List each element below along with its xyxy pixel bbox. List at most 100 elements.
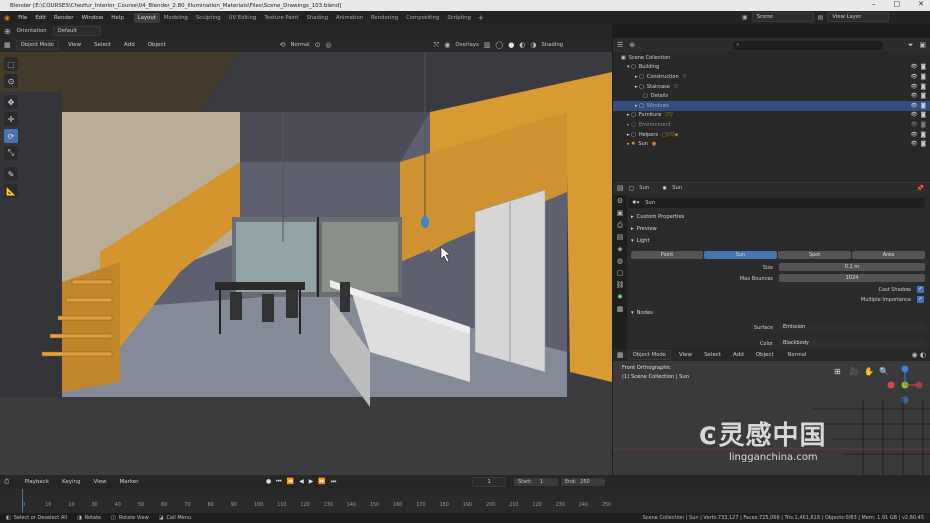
custom-properties-panel[interactable]: ▸ Custom Properties	[631, 214, 684, 220]
timeline-editor-icon[interactable]: ⏱	[4, 478, 9, 487]
timeline-menu-playback[interactable]: Playback	[14, 479, 53, 485]
measure-icon[interactable]: 📐	[4, 184, 18, 198]
transform-pivot-icon[interactable]: ⟲	[280, 41, 286, 49]
outliner-row-sun[interactable]: ▸ ✸ Sun ● 👁 ◙	[613, 139, 930, 149]
outliner-row-windows[interactable]: ▸ ▢ Windows 👁 ◙	[613, 101, 930, 111]
outliner-row-helpers[interactable]: ▸ ▢ Helpers ▢▽▽◈ 👁 ◙	[613, 130, 930, 140]
new-collection-icon[interactable]: ▣	[919, 41, 930, 49]
camera-view-icon[interactable]: 🎥	[849, 367, 859, 376]
transform-orientation-dropdown[interactable]: Normal	[290, 42, 309, 48]
secondary-mode-dropdown[interactable]: Object Mode	[627, 350, 671, 360]
vp-menu-select[interactable]: Select	[90, 42, 115, 48]
secondary-editor-type-icon[interactable]: ▦	[617, 351, 624, 359]
color-field[interactable]: Blackbody	[779, 340, 925, 346]
3d-viewport[interactable]	[0, 52, 612, 475]
scene-tab-icon[interactable]: ◈	[615, 245, 625, 255]
start-frame-field[interactable]: Start: 1	[514, 478, 558, 486]
maximize-icon[interactable]: □	[894, 0, 901, 8]
jump-keyframe-forward-icon[interactable]: ⏩	[318, 478, 325, 486]
light-datablock-field[interactable]: ✸▾ Sun	[628, 198, 925, 208]
outliner-row-details[interactable]: ▢ Details 👁 ◙	[613, 91, 930, 101]
vp-menu-add[interactable]: Add	[120, 42, 139, 48]
move-alt-icon[interactable]: ✛	[4, 112, 18, 126]
constraints-tab-icon[interactable]: ⛓	[615, 281, 625, 291]
jump-end-icon[interactable]: ⏭	[331, 478, 336, 486]
menu-help[interactable]: Help	[107, 15, 128, 21]
xray-icon[interactable]: ▥	[484, 41, 491, 49]
render-tab-icon[interactable]: ▣	[615, 209, 625, 219]
jump-keyframe-back-icon[interactable]: ⏪	[287, 478, 294, 486]
end-frame-field[interactable]: End: 250	[561, 478, 605, 486]
play-icon[interactable]: ▶	[309, 478, 314, 486]
move-icon[interactable]: ✥	[4, 95, 18, 109]
overlays-dropdown[interactable]: Overlays	[455, 42, 478, 48]
tab-compositing[interactable]: Compositing	[402, 13, 443, 23]
timeline-track[interactable]: 0 10 20 30 40 50 60 70 80 90 100 110 120 130 140 150 160…	[0, 489, 930, 513]
shading-material-icon[interactable]: ◐	[519, 41, 525, 49]
current-frame-field[interactable]: 1	[472, 477, 506, 487]
scale-icon[interactable]: ⤡	[4, 146, 18, 160]
tab-scripting[interactable]: Scripting	[443, 13, 475, 23]
orientation-dropdown[interactable]: Default	[52, 26, 101, 36]
transform-orientation-icon[interactable]: ⊕	[4, 27, 11, 36]
grid-view-icon[interactable]: ⊞	[834, 367, 841, 376]
play-reverse-icon[interactable]: ◀	[299, 478, 304, 486]
shading-rendered-icon[interactable]: ◑	[530, 41, 536, 49]
light-type-spot[interactable]: Spot	[778, 251, 851, 259]
record-icon[interactable]: ●	[266, 478, 271, 486]
menu-edit[interactable]: Edit	[31, 15, 50, 21]
light-type-area[interactable]: Area	[852, 251, 925, 259]
timeline-menu-marker[interactable]: Marker	[116, 479, 143, 485]
annotate-icon[interactable]: ✎	[4, 167, 18, 181]
pin-icon[interactable]: 📌	[917, 185, 930, 192]
tab-texture-paint[interactable]: Texture Paint	[260, 13, 302, 23]
light-panel[interactable]: ▾ Light	[631, 238, 650, 244]
timeline-menu-view[interactable]: View	[90, 479, 111, 485]
tab-shading[interactable]: Shading	[303, 13, 333, 23]
secondary-3d-viewport[interactable]: ▦ Object Mode View Select Add Object Nor…	[613, 349, 930, 475]
add-workspace-icon[interactable]: +	[475, 14, 484, 22]
outliner-editor-icon[interactable]: ☰	[617, 41, 623, 49]
tab-layout[interactable]: Layout	[133, 12, 160, 23]
outliner-row-construction[interactable]: ▸ ▢ Construction ▽ 👁 ◙	[613, 72, 930, 82]
scene-icon[interactable]: ▣	[742, 14, 748, 21]
shading-wireframe-icon[interactable]: ◯	[495, 41, 503, 49]
outliner-row-building[interactable]: ▾ ▢ Building 👁 ◙	[613, 63, 930, 73]
secondary-overlays-icon[interactable]: ◉ ◐	[912, 351, 930, 359]
cast-shadow-checkbox[interactable]: ✓	[917, 286, 924, 293]
view-layer-selector[interactable]: View Layer	[827, 12, 890, 22]
vp-menu-view[interactable]: View	[64, 42, 85, 48]
object-data-tab-icon[interactable]: ✸	[615, 293, 625, 303]
rotate-icon[interactable]: ⟳	[4, 129, 18, 143]
playhead[interactable]	[20, 489, 25, 513]
filter-icon[interactable]: ⏷	[908, 41, 914, 50]
mode-dropdown[interactable]: Object Mode	[15, 40, 59, 50]
vp-menu-object[interactable]: Object	[144, 42, 170, 48]
outliner-row-environment[interactable]: ▸ ▢ Environment 👁 ◙	[613, 120, 930, 130]
proportional-edit-icon[interactable]: ◎	[326, 41, 332, 49]
world-tab-icon[interactable]: ◍	[615, 257, 625, 267]
tab-animation[interactable]: Animation	[332, 13, 367, 23]
view-layer-tab-icon[interactable]: ▤	[615, 233, 625, 243]
secondary-menu-view[interactable]: View	[675, 352, 696, 358]
tool-tab-icon[interactable]: ⚙	[615, 197, 625, 207]
select-box-icon[interactable]: ⬚	[4, 57, 18, 71]
tab-sculpting[interactable]: Sculpting	[192, 13, 225, 23]
preview-panel[interactable]: ▸ Preview	[631, 226, 657, 232]
overlays-icon[interactable]: ◉	[444, 41, 450, 49]
secondary-transform-dropdown[interactable]: Normal	[782, 352, 807, 358]
object-tab-icon[interactable]: ▢	[615, 269, 625, 279]
scene-selector[interactable]: Scene	[751, 12, 814, 22]
outliner-search-input[interactable]: ⌕	[733, 40, 884, 50]
blender-logo-icon[interactable]: ◉	[4, 14, 14, 22]
secondary-menu-object[interactable]: Object	[752, 352, 778, 358]
tab-modeling[interactable]: Modeling	[160, 13, 192, 23]
size-field[interactable]: 0.1 m	[779, 263, 925, 271]
display-mode-icon[interactable]: ⊛	[629, 41, 635, 49]
pan-hand-icon[interactable]: ✋	[864, 367, 874, 376]
outliner-row-scene-collection[interactable]: ▣ Scene Collection	[613, 53, 930, 63]
surface-field[interactable]: Emission	[779, 323, 925, 331]
minimize-icon[interactable]: –	[872, 0, 876, 8]
outliner-row-furniture[interactable]: ▸ ▢ Furniture ▽▽ 👁 ◙	[613, 111, 930, 121]
outliner-row-staircase[interactable]: ▸ ▢ Staircase ▽ 👁 ◙	[613, 82, 930, 92]
